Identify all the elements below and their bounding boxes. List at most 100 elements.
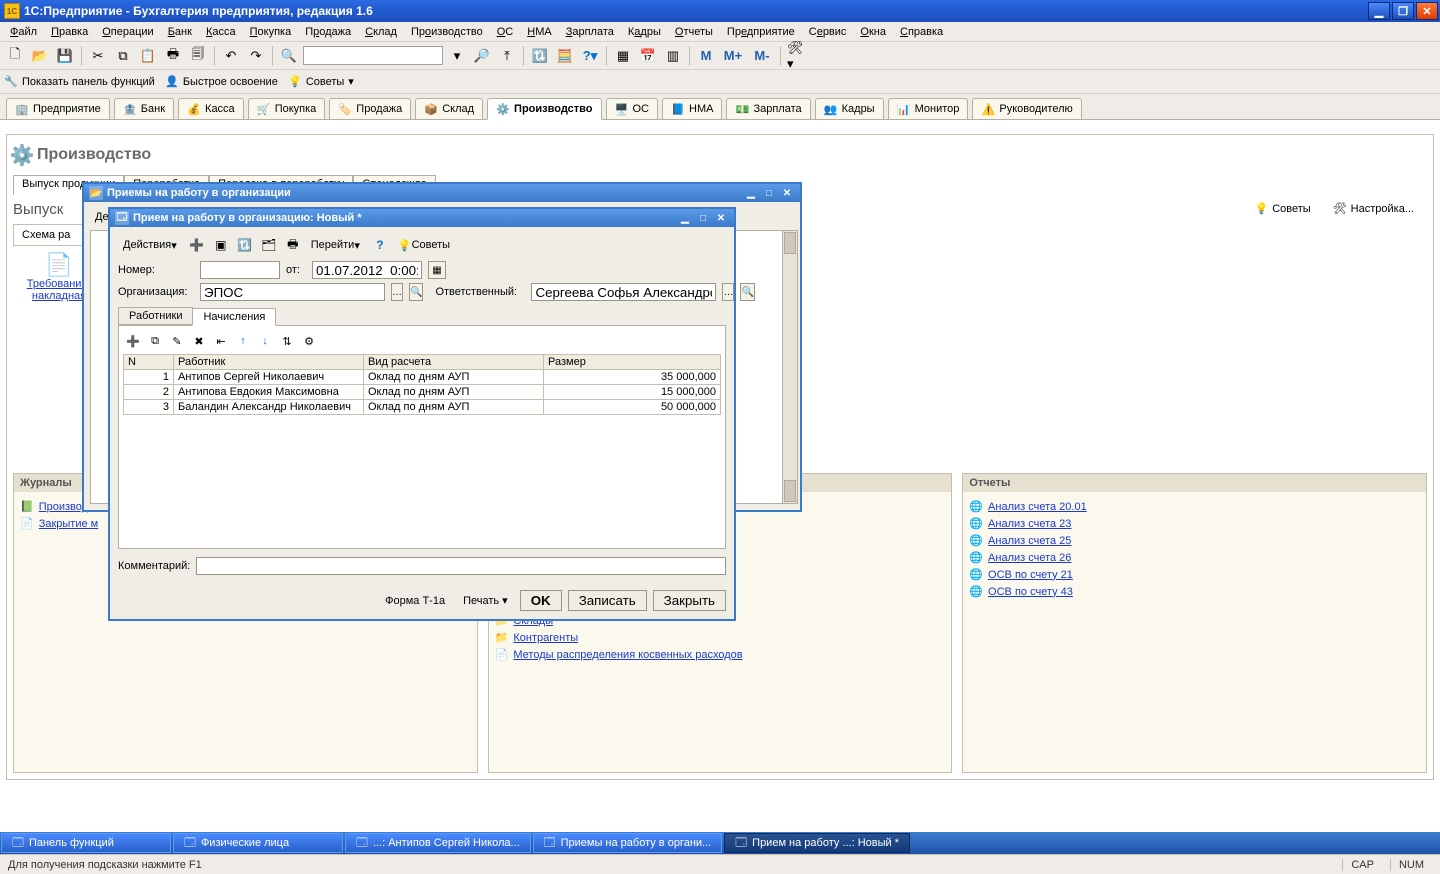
menu-нма[interactable]: НМА	[521, 24, 557, 40]
tips-link[interactable]: 💡Советы ▾	[288, 75, 354, 89]
menu-справка[interactable]: Справка	[894, 24, 949, 40]
navtab-12[interactable]: ⚠️Руководителю	[972, 98, 1081, 120]
print-icon[interactable]: 🖶	[282, 235, 304, 255]
menu-ос[interactable]: ОС	[491, 24, 520, 40]
resp-picker-icon[interactable]: …	[722, 283, 734, 301]
row-copy-icon[interactable]: ⧉	[145, 332, 165, 350]
paste-icon[interactable]: 📋	[137, 45, 159, 67]
modal1-scrollbar[interactable]	[782, 230, 798, 504]
input-comment[interactable]	[196, 557, 726, 575]
ok-button[interactable]: OK	[520, 590, 562, 611]
col-sum[interactable]: Размер	[544, 355, 721, 370]
grid-icon[interactable]: ▦	[612, 45, 634, 67]
form-t1a[interactable]: Форма Т-1а	[379, 593, 451, 609]
modal1-maximize[interactable]: □	[761, 186, 777, 200]
new-doc-icon[interactable]: 🗋	[4, 45, 26, 67]
m-minus-button[interactable]: M-	[749, 45, 775, 67]
search-icon[interactable]: 🔍	[278, 45, 300, 67]
add-icon[interactable]: ➕	[186, 235, 208, 255]
navtab-2[interactable]: 💰Касса	[178, 98, 244, 120]
calendar-icon[interactable]: 📅	[637, 45, 659, 67]
structure-icon[interactable]: 🗂	[258, 235, 280, 255]
layout-icon[interactable]: ▥	[662, 45, 684, 67]
task-item-1[interactable]: 🗔Физические лица	[173, 833, 343, 853]
cut-icon[interactable]: ✂	[87, 45, 109, 67]
menu-кадры[interactable]: Кадры	[622, 24, 667, 40]
menu-файл[interactable]: Файл	[4, 24, 43, 40]
actions-dropdown[interactable]: Действия ▾	[118, 235, 184, 255]
modal2-close[interactable]: ✕	[713, 211, 729, 225]
navtab-1[interactable]: 🏦Банк	[114, 98, 174, 120]
calc-icon[interactable]: 🧮	[554, 45, 576, 67]
input-date[interactable]	[312, 261, 422, 279]
refresh-icon[interactable]: 🔃	[234, 235, 256, 255]
modal1-close[interactable]: ✕	[779, 186, 795, 200]
navtab-0[interactable]: 🏢Предприятие	[6, 98, 110, 120]
input-number[interactable]	[200, 261, 280, 279]
close-button[interactable]: Закрыть	[653, 590, 726, 611]
task-item-3[interactable]: 🗔Приемы на работу в органи...	[533, 833, 723, 853]
row-up-icon[interactable]: ↑	[233, 332, 253, 350]
row-del-icon[interactable]: ✖	[189, 332, 209, 350]
table-row[interactable]: 2Антипова Евдокия МаксимовнаОклад по дня…	[124, 385, 721, 400]
task-item-2[interactable]: 🗔...: Антипов Сергей Никола...	[345, 833, 531, 853]
help-icon[interactable]: ?▾	[579, 45, 601, 67]
menu-сервис[interactable]: Сервис	[803, 24, 853, 40]
menu-операции[interactable]: Операции	[96, 24, 159, 40]
task-item-0[interactable]: 🗔Панель функций	[1, 833, 171, 853]
print-icon[interactable]: 🖶	[162, 45, 184, 67]
open-icon[interactable]: 📂	[29, 45, 51, 67]
tips-dropdown[interactable]: 💡Советы	[393, 235, 457, 255]
page-settings[interactable]: 🛠Настройка...	[1326, 199, 1421, 218]
report-link-0[interactable]: Анализ счета 20.01	[988, 501, 1087, 513]
report-link-2[interactable]: Анализ счета 25	[988, 535, 1071, 547]
show-func-panel[interactable]: 🔧Показать панель функций	[4, 75, 155, 89]
table-row[interactable]: 1Антипов Сергей НиколаевичОклад по дням …	[124, 370, 721, 385]
tab-accruals[interactable]: Начисления	[192, 308, 276, 326]
page-tips[interactable]: 💡Советы	[1248, 199, 1318, 218]
goto-dropdown[interactable]: Перейти ▾	[306, 235, 367, 255]
journal-close-month[interactable]: Закрытие м	[39, 518, 99, 530]
report-link-1[interactable]: Анализ счета 23	[988, 518, 1071, 530]
org-open-icon[interactable]: 🔍	[409, 283, 423, 301]
navtab-11[interactable]: 📊Монитор	[888, 98, 969, 120]
task-item-4[interactable]: 🗔Прием на работу ...: Новый *	[724, 833, 910, 853]
tab-employees[interactable]: Работники	[118, 307, 193, 325]
m-button[interactable]: M	[695, 45, 717, 67]
tools-icon[interactable]: 🛠▾	[786, 45, 808, 67]
row-filter-icon[interactable]: ⚙	[299, 332, 319, 350]
print-dropdown[interactable]: Печать ▾	[457, 592, 514, 609]
col-n[interactable]: N	[124, 355, 174, 370]
undo-icon[interactable]: ↶	[220, 45, 242, 67]
modal2-minimize[interactable]: ▁	[677, 211, 693, 225]
save-button[interactable]: Записать	[568, 590, 647, 611]
modal2-maximize[interactable]: □	[695, 211, 711, 225]
search-up-icon[interactable]: ⤒	[496, 45, 518, 67]
row-sort-icon[interactable]: ⇅	[277, 332, 297, 350]
link-cost-methods[interactable]: Методы распределения косвенных расходов	[513, 649, 742, 661]
modal2-titlebar[interactable]: 🗔 Прием на работу в организацию: Новый *…	[110, 209, 734, 227]
navtab-5[interactable]: 📦Склад	[415, 98, 483, 120]
menu-склад[interactable]: Склад	[359, 24, 403, 40]
menu-продажа[interactable]: Продажа	[299, 24, 357, 40]
save-icon[interactable]: 💾	[54, 45, 76, 67]
window-restore[interactable]: ❐	[1392, 2, 1414, 20]
col-type[interactable]: Вид расчета	[364, 355, 544, 370]
search-input[interactable]	[303, 46, 443, 65]
navtab-9[interactable]: 💵Зарплата	[726, 98, 810, 120]
row-first-icon[interactable]: ⇤	[211, 332, 231, 350]
modal1-titlebar[interactable]: 📂 Приемы на работу в организации ▁ □ ✕	[84, 184, 800, 202]
input-org[interactable]	[200, 283, 385, 301]
accruals-table[interactable]: N Работник Вид расчета Размер 1Антипов С…	[123, 354, 721, 415]
navtab-8[interactable]: 📘НМА	[662, 98, 722, 120]
col-name[interactable]: Работник	[174, 355, 364, 370]
print-preview-icon[interactable]: 🗐	[187, 45, 209, 67]
search-next-icon[interactable]: 🔎	[471, 45, 493, 67]
org-picker-icon[interactable]: …	[391, 283, 403, 301]
window-close[interactable]: ✕	[1416, 2, 1438, 20]
refresh-icon[interactable]: 🔃	[529, 45, 551, 67]
menu-окна[interactable]: Окна	[854, 24, 892, 40]
report-link-4[interactable]: ОСВ по счету 21	[988, 569, 1073, 581]
menu-касса[interactable]: Касса	[200, 24, 242, 40]
quick-start[interactable]: 👤Быстрое освоение	[165, 75, 278, 89]
